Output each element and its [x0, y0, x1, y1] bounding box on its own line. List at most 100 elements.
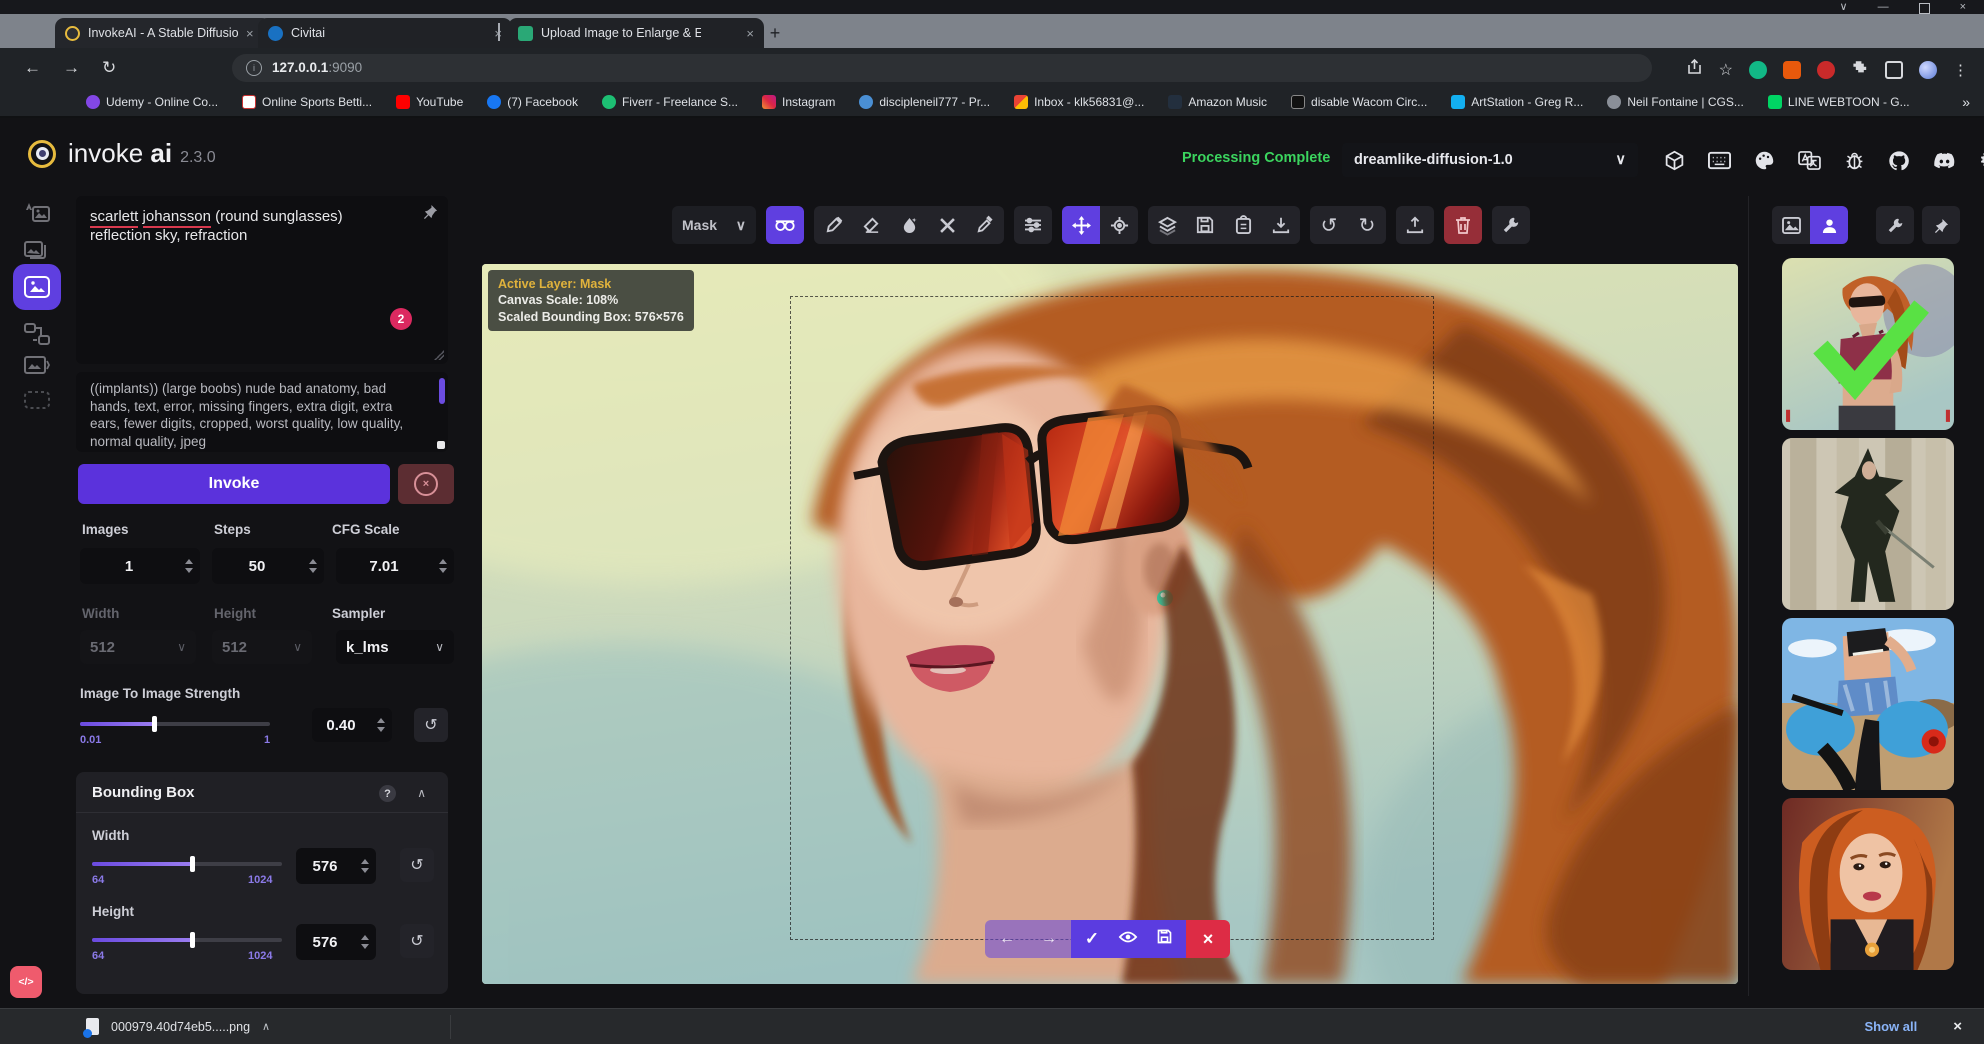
resize-handle[interactable] [437, 441, 445, 449]
pin-icon[interactable] [423, 204, 438, 224]
bookmark-item[interactable]: Instagram [762, 95, 835, 109]
tab-training[interactable] [16, 382, 58, 418]
bbox-height-stepper[interactable] [354, 924, 376, 960]
bookmark-item[interactable]: Fiverr - Freelance S... [602, 95, 738, 109]
github-icon[interactable] [1888, 150, 1910, 172]
gallery-person-tab-button[interactable] [1810, 206, 1848, 244]
layer-select[interactable]: Mask ∨ [672, 206, 756, 244]
previous-image-button[interactable]: ← [999, 930, 1015, 948]
forward-icon[interactable]: → [63, 58, 80, 78]
side-panel-icon[interactable] [1885, 61, 1903, 79]
resize-handle[interactable] [434, 350, 444, 360]
back-icon[interactable]: ← [24, 58, 41, 78]
download-image-button[interactable] [1262, 206, 1300, 244]
height-select[interactable]: 512 ∨ [212, 630, 312, 664]
bbox-width-input[interactable]: 576 [296, 848, 376, 884]
gallery-thumbnail[interactable] [1782, 618, 1954, 790]
sampler-select[interactable]: k_lms ∨ [336, 630, 454, 664]
settings-gear-icon[interactable]: ⚙ [1979, 148, 1984, 173]
erase-bounding-box-button[interactable] [928, 206, 966, 244]
tab-image-to-image[interactable] [16, 232, 58, 268]
save-to-gallery-button[interactable] [1186, 206, 1224, 244]
bookmark-item[interactable]: Online Sports Betti... [242, 95, 372, 109]
width-select[interactable]: 512 ∨ [80, 630, 196, 664]
site-info-icon[interactable]: i [246, 60, 262, 76]
extensions-puzzle-icon[interactable] [1851, 58, 1869, 81]
bug-report-icon[interactable] [1844, 150, 1865, 171]
brush-options-button[interactable] [1014, 206, 1052, 244]
gallery-settings-wrench-button[interactable] [1876, 206, 1914, 244]
bbox-height-reset-button[interactable]: ↺ [400, 924, 434, 958]
model-manager-cube-icon[interactable] [1664, 150, 1685, 171]
reset-view-button[interactable] [1100, 206, 1138, 244]
slider-handle[interactable] [190, 856, 195, 872]
bookmark-item[interactable]: Udemy - Online Co... [86, 95, 218, 109]
window-maximize-button[interactable] [1919, 3, 1930, 14]
bbox-width-reset-button[interactable]: ↺ [400, 848, 434, 882]
extension-orange-icon[interactable] [1783, 61, 1801, 79]
collapse-chevron-icon[interactable]: ∧ [417, 786, 426, 800]
download-chevron-icon[interactable]: ∧ [262, 1020, 270, 1033]
brush-tool-button[interactable] [814, 206, 852, 244]
browser-menu-icon[interactable]: ⋮ [1953, 61, 1968, 79]
tab-nodes[interactable] [16, 316, 58, 352]
bookmark-item[interactable]: (7) Facebook [487, 95, 578, 109]
window-close-button[interactable]: × [1960, 0, 1966, 14]
negative-prompt-textarea[interactable]: ((implants)) (large boobs) nude bad anat… [76, 372, 448, 452]
model-select[interactable]: dreamlike-diffusion-1.0 ∨ [1342, 143, 1638, 177]
tab-search-icon[interactable]: ∨ [1840, 0, 1848, 14]
bounding-box-selection[interactable] [790, 296, 1434, 940]
bookmark-item[interactable]: disable Wacom Circ... [1291, 95, 1427, 109]
images-stepper[interactable] [178, 548, 200, 584]
scrollbar-thumb[interactable] [439, 378, 445, 404]
steps-stepper[interactable] [302, 548, 324, 584]
gallery-images-tab-button[interactable] [1772, 206, 1810, 244]
invoke-button[interactable]: Invoke [78, 464, 390, 504]
reload-icon[interactable]: ↻ [102, 58, 116, 78]
show-hide-mask-button[interactable] [1119, 930, 1137, 948]
prompt-textarea[interactable]: scarlett johansson (round sunglasses) re… [76, 196, 448, 364]
cancel-button[interactable]: × [398, 464, 454, 504]
move-tool-button[interactable] [1062, 206, 1100, 244]
bookmark-star-icon[interactable]: ☆ [1719, 60, 1733, 80]
bookmark-item[interactable]: discipleneil777 - Pr... [859, 95, 990, 109]
gallery-thumbnail[interactable] [1782, 798, 1954, 970]
theme-palette-icon[interactable] [1754, 150, 1775, 171]
cfg-stepper[interactable] [432, 548, 454, 584]
bookmark-item[interactable]: YouTube [396, 95, 463, 109]
tab-post-processing[interactable] [16, 348, 58, 384]
steps-input[interactable]: 50 [212, 548, 324, 584]
tab-unified-canvas-selected[interactable] [13, 264, 61, 310]
discard-image-button[interactable]: × [1186, 920, 1230, 958]
bookmark-item[interactable]: ArtStation - Greg R... [1451, 95, 1583, 109]
profile-avatar[interactable] [1919, 61, 1937, 79]
color-picker-tool-button[interactable] [966, 206, 1004, 244]
close-shelf-icon[interactable]: × [1953, 1018, 1962, 1035]
redo-button[interactable]: ↻ [1348, 206, 1386, 244]
gallery-thumbnail[interactable] [1782, 438, 1954, 610]
undo-button[interactable]: ↺ [1310, 206, 1348, 244]
bookmark-item[interactable]: LINE WEBTOON - G... [1768, 95, 1910, 109]
adblock-extension-icon[interactable] [1817, 61, 1835, 79]
save-staging-button[interactable] [1157, 929, 1172, 949]
upload-image-button[interactable] [1396, 206, 1434, 244]
next-image-button[interactable]: → [1041, 930, 1057, 948]
strength-input[interactable]: 0.40 [312, 708, 392, 742]
bbox-width-stepper[interactable] [354, 848, 376, 884]
tab-invokeai[interactable]: InvokeAI - A Stable Diffusion Too × [55, 18, 271, 48]
tab-text-to-image[interactable] [16, 196, 58, 232]
share-icon[interactable] [1686, 59, 1703, 81]
cfg-scale-input[interactable]: 7.01 [336, 548, 454, 584]
gallery-pin-button[interactable] [1922, 206, 1960, 244]
extension-green-icon[interactable] [1749, 61, 1767, 79]
canvas-settings-button[interactable] [1492, 206, 1530, 244]
download-item[interactable]: 000979.40d74eb5.....png ∧ [86, 1018, 270, 1035]
bookmarks-overflow-icon[interactable]: » [1962, 94, 1970, 110]
bookmark-item[interactable]: Neil Fontaine | CGS... [1607, 95, 1744, 109]
copy-to-clipboard-button[interactable] [1224, 206, 1262, 244]
new-tab-button[interactable]: + [762, 20, 788, 46]
tab-upload-image[interactable]: Upload Image to Enlarge & Enha × [508, 18, 764, 48]
eraser-tool-button[interactable] [852, 206, 890, 244]
discord-icon[interactable] [1933, 152, 1956, 170]
strength-reset-button[interactable]: ↺ [414, 708, 448, 742]
